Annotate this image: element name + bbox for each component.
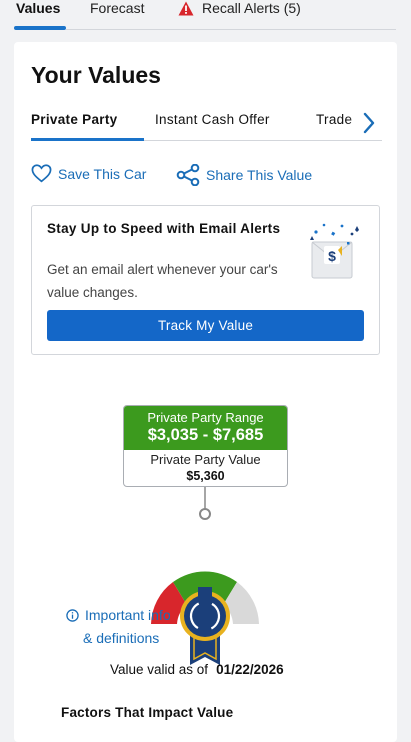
tab-recall-alerts[interactable]: Recall Alerts (5) bbox=[178, 0, 301, 16]
svg-text:$: $ bbox=[328, 248, 336, 264]
important-info-link[interactable]: Important info & definitions bbox=[66, 604, 171, 650]
tab-instant-cash-offer[interactable]: Instant Cash Offer bbox=[155, 112, 270, 127]
validity-prefix: Value valid as of bbox=[110, 662, 209, 677]
tab-private-party[interactable]: Private Party bbox=[31, 112, 117, 127]
top-nav: Values Forecast Recall Alerts (5) bbox=[0, 0, 411, 32]
info-link-line1: Important info bbox=[85, 607, 171, 623]
validity-date: 01/22/2026 bbox=[216, 662, 284, 677]
values-card: Your Values Private Party Instant Cash O… bbox=[14, 42, 397, 742]
info-icon bbox=[66, 609, 79, 622]
range-label: Private Party Range bbox=[147, 410, 264, 425]
active-tab-indicator bbox=[14, 26, 66, 30]
divider bbox=[66, 29, 396, 30]
email-alert-description: Get an email alert whenever your car's v… bbox=[47, 262, 278, 300]
factors-heading: Factors That Impact Value bbox=[61, 705, 234, 720]
share-icon bbox=[176, 164, 200, 186]
share-value-label: Share This Value bbox=[206, 167, 313, 183]
range-header: Private Party Range $3,035 - $7,685 bbox=[124, 406, 287, 450]
tab-forecast[interactable]: Forecast bbox=[90, 0, 144, 16]
email-alert-heading: Stay Up to Speed with Email Alerts bbox=[47, 221, 281, 236]
value-valid-date: Value valid as of 01/22/2026 bbox=[110, 662, 284, 677]
chevron-right-icon[interactable] bbox=[361, 112, 377, 134]
save-car-label: Save This Car bbox=[58, 165, 147, 182]
recall-alerts-label: Recall Alerts (5) bbox=[202, 0, 301, 16]
range-value: $3,035 - $7,685 bbox=[147, 426, 264, 444]
page-title: Your Values bbox=[31, 62, 161, 88]
price-range-box: Private Party Range $3,035 - $7,685 Priv… bbox=[123, 405, 288, 487]
track-my-value-button[interactable]: Track My Value bbox=[47, 310, 364, 341]
heart-icon bbox=[31, 164, 52, 183]
envelope-icon: $ bbox=[310, 223, 359, 279]
warning-icon bbox=[178, 1, 194, 15]
private-party-value: $5,360 bbox=[186, 469, 225, 483]
save-car-button[interactable]: Save This Car bbox=[31, 164, 146, 183]
share-value-button[interactable]: Share This Value bbox=[176, 164, 312, 186]
tab-values[interactable]: Values bbox=[16, 0, 60, 16]
email-alert-panel: Stay Up to Speed with Email Alerts Get a… bbox=[31, 205, 380, 355]
active-value-tab-indicator bbox=[31, 138, 144, 141]
info-link-line2: & definitions bbox=[83, 630, 160, 646]
private-party-value-label: Private Party Value bbox=[150, 452, 261, 467]
divider bbox=[144, 140, 382, 141]
